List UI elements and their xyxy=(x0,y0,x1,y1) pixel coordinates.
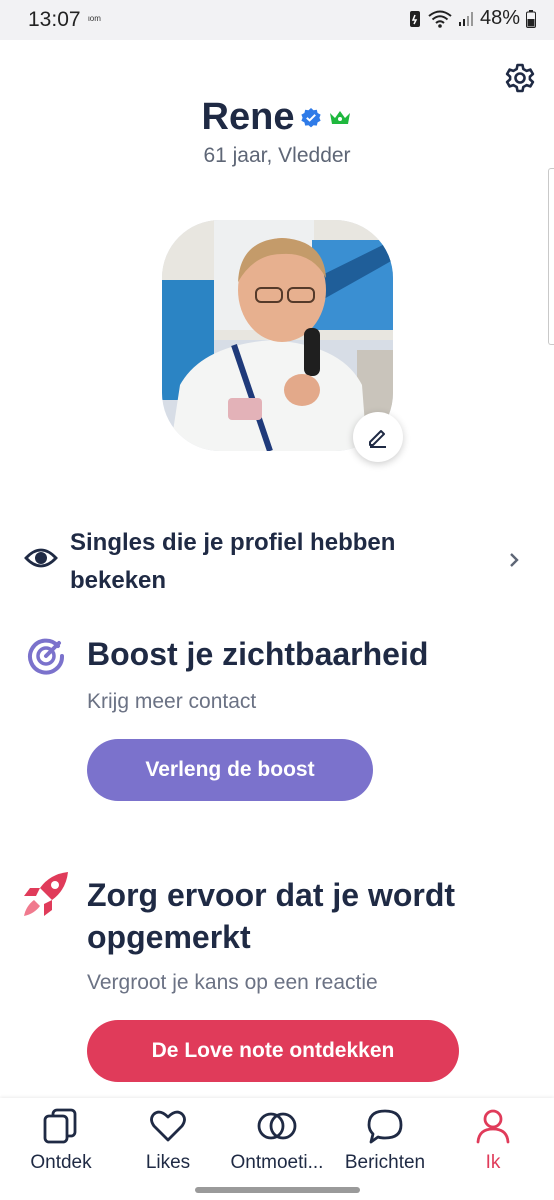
status-time: 13:07 xyxy=(28,8,81,31)
crown-icon xyxy=(330,110,351,124)
eye-icon xyxy=(24,548,58,568)
profile-viewers-label: Singles die je profiel hebben bekeken xyxy=(70,529,396,594)
edge-panel-handle[interactable] xyxy=(548,168,554,345)
rocket-icon xyxy=(24,872,68,916)
tab-berichten[interactable]: Berichten xyxy=(330,1106,440,1174)
profile-photo-image xyxy=(162,220,393,451)
tab-ik[interactable]: Ik xyxy=(438,1106,548,1174)
lovenote-title: Zorg ervoor dat je wordt opgemerkt xyxy=(87,877,456,955)
profile-viewers-row[interactable]: Singles die je profiel hebben bekeken xyxy=(20,522,534,602)
heart-icon xyxy=(150,1110,186,1142)
extend-boost-button[interactable]: Verleng de boost xyxy=(87,739,373,801)
pencil-icon xyxy=(369,430,386,448)
rings-icon xyxy=(257,1112,297,1140)
tab-likes-label: Likes xyxy=(145,1152,191,1173)
battery-saver-icon xyxy=(409,10,420,27)
boost-title: Boost je zichtbaarheid xyxy=(87,636,429,672)
gear-icon xyxy=(505,63,535,93)
status-bar: 13:07 ιom 48% xyxy=(0,0,554,40)
chevron-right-icon xyxy=(510,553,519,567)
chat-bubble-icon xyxy=(367,1109,403,1144)
tab-berichten-label: Berichten xyxy=(344,1152,426,1173)
settings-button[interactable] xyxy=(504,62,536,94)
battery-percentage: 48% xyxy=(479,7,520,29)
signal-icon xyxy=(458,11,473,26)
tab-ik-label: Ik xyxy=(485,1152,501,1173)
profile-photo[interactable] xyxy=(162,220,393,451)
bottom-navigation: Ontdek Likes Ontmoeti... Berichten Ik xyxy=(0,1098,554,1178)
battery-icon xyxy=(526,9,536,28)
tab-ontmoetingen[interactable]: Ontmoeti... xyxy=(222,1106,332,1174)
lovenote-subtitle: Vergroot je kans op een reactie xyxy=(87,971,378,994)
boost-subtitle: Krijg meer contact xyxy=(87,690,257,713)
tab-ontdek-label: Ontdek xyxy=(30,1152,92,1173)
wifi-icon xyxy=(428,10,452,28)
discover-love-note-button[interactable]: De Love note ontdekken xyxy=(87,1020,459,1082)
verified-badge-icon xyxy=(301,107,322,127)
cards-icon xyxy=(43,1108,77,1144)
tab-likes[interactable]: Likes xyxy=(113,1106,223,1174)
profile-header: Rene xyxy=(0,96,554,139)
edit-photo-button[interactable] xyxy=(353,412,403,462)
tab-ontdek[interactable]: Ontdek xyxy=(6,1106,116,1174)
profile-age-location: 61 jaar, Vledder xyxy=(203,144,351,167)
gesture-bar[interactable] xyxy=(195,1187,360,1193)
status-right: 48% xyxy=(408,7,536,30)
profile-name: Rene xyxy=(201,96,295,138)
status-small-indicator: ιom xyxy=(88,14,101,23)
tab-ontmoetingen-label: Ontmoeti... xyxy=(230,1152,324,1173)
boost-gauge-icon xyxy=(28,638,65,675)
person-icon xyxy=(476,1109,510,1144)
